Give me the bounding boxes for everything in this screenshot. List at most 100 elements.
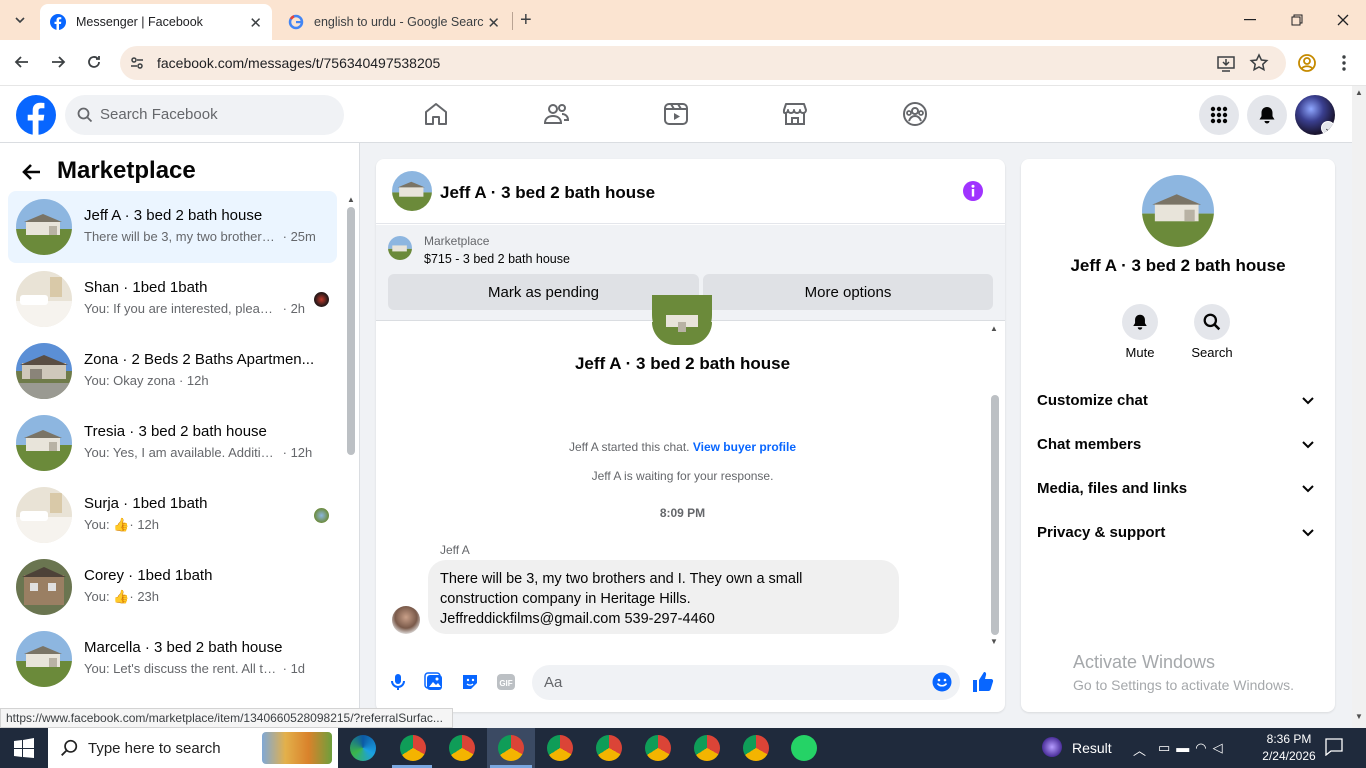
forward-button[interactable] xyxy=(48,52,68,72)
clock-date: 2/24/2026 xyxy=(1262,749,1316,763)
listing-title[interactable]: $715 - 3 bed 2 bath house xyxy=(424,252,570,266)
result-status-label[interactable]: Result xyxy=(1072,740,1112,756)
scroll-up-arrow[interactable]: ▲ xyxy=(990,324,998,333)
close-window-button[interactable] xyxy=(1331,8,1355,32)
conversation-item[interactable]: Tresia · 3 bed 2 bath house You: Yes, I … xyxy=(8,407,337,479)
chrome-taskbar-icon[interactable] xyxy=(743,735,769,761)
install-app-icon[interactable] xyxy=(1216,53,1236,73)
message-sender-name: Jeff A xyxy=(440,543,470,557)
system-tray-icons[interactable]: ▭▬◠◁ xyxy=(1158,740,1229,756)
conversation-header: Jeff A · 3 bed 2 bath house xyxy=(376,159,1005,224)
tab-search-dropdown-button[interactable] xyxy=(8,8,32,32)
menu-button[interactable] xyxy=(1199,95,1239,135)
chrome-taskbar-icon[interactable] xyxy=(498,735,524,761)
emoji-button[interactable] xyxy=(932,672,952,692)
conversation-item[interactable]: Zona · 2 Beds 2 Baths Apartmen... You: O… xyxy=(8,335,337,407)
reload-icon xyxy=(88,56,100,68)
close-tab-icon[interactable]: ✕ xyxy=(487,14,500,32)
scroll-up-arrow[interactable]: ▲ xyxy=(347,195,355,204)
nav-watch[interactable] xyxy=(662,100,690,128)
whatsapp-taskbar-icon[interactable] xyxy=(791,735,817,761)
scroll-down-arrow[interactable]: ▼ xyxy=(990,637,998,646)
groups-icon xyxy=(903,102,927,126)
conversation-info-button[interactable] xyxy=(962,180,984,202)
voice-clip-button[interactable] xyxy=(388,672,408,692)
home-icon xyxy=(425,103,447,125)
conversation-item[interactable]: Marcella · 3 bed 2 bath house You: Let's… xyxy=(8,623,337,695)
message-input[interactable]: Aa xyxy=(532,665,960,700)
chevron-down-icon xyxy=(1302,441,1314,449)
facebook-logo[interactable] xyxy=(16,95,56,135)
privacy-support-section[interactable]: Privacy & support xyxy=(1037,524,1321,541)
message-line: There will be 3, my two brothers and I. … xyxy=(440,571,803,587)
back-to-chats-button[interactable] xyxy=(20,160,44,184)
minimize-button[interactable] xyxy=(1238,8,1262,32)
edge-taskbar-icon[interactable] xyxy=(350,735,376,761)
avatar[interactable] xyxy=(392,171,432,211)
avatar[interactable] xyxy=(392,606,420,634)
close-tab-icon[interactable]: ✕ xyxy=(249,14,262,32)
send-like-button[interactable] xyxy=(971,670,995,694)
page-scrollbar[interactable]: ▲ ▼ xyxy=(1352,86,1366,728)
taskbar-search-input[interactable]: Type here to search xyxy=(48,728,338,768)
customize-chat-section[interactable]: Customize chat xyxy=(1037,392,1321,409)
close-icon xyxy=(1337,14,1349,26)
conversation-item[interactable]: Jeff A · 3 bed 2 bath house There will b… xyxy=(8,191,337,263)
browser-tab-messenger[interactable]: Messenger | Facebook ✕ xyxy=(40,4,272,40)
browser-tab-google[interactable]: english to urdu - Google Search ✕ xyxy=(278,4,510,40)
sticker-button[interactable] xyxy=(460,672,480,692)
taskbar-clock[interactable]: 8:36 PM 2/24/2026 xyxy=(1259,731,1319,765)
profile-icon[interactable] xyxy=(1297,53,1317,73)
arrow-right-icon xyxy=(52,56,66,68)
site-info-icon[interactable] xyxy=(128,54,146,72)
mute-button[interactable] xyxy=(1122,304,1158,340)
browser-menu-icon[interactable] xyxy=(1334,53,1354,73)
nav-groups[interactable] xyxy=(901,100,929,128)
chrome-taskbar-icon[interactable] xyxy=(547,735,573,761)
new-tab-button[interactable]: + xyxy=(520,10,532,30)
attach-photo-button[interactable] xyxy=(424,672,444,692)
chevron-down-icon: ⌄ xyxy=(1321,121,1335,135)
avatar[interactable] xyxy=(1142,175,1214,247)
facebook-search-input[interactable]: Search Facebook xyxy=(65,95,344,135)
back-button[interactable] xyxy=(12,52,32,72)
conversation-title[interactable]: Jeff A · 3 bed 2 bath house xyxy=(440,183,655,203)
more-options-button[interactable]: More options xyxy=(703,274,993,310)
nav-marketplace[interactable] xyxy=(781,100,809,128)
nav-home[interactable] xyxy=(422,100,450,128)
conversation-item[interactable]: Shan · 1bed 1bath You: If you are intere… xyxy=(8,263,337,335)
view-buyer-profile-link[interactable]: View buyer profile xyxy=(693,440,796,454)
listing-thumbnail[interactable] xyxy=(388,236,412,260)
start-button[interactable] xyxy=(14,738,34,758)
search-in-conversation-button[interactable] xyxy=(1194,304,1230,340)
nav-friends[interactable] xyxy=(542,100,570,128)
message-bubble[interactable]: There will be 3, my two brothers and I. … xyxy=(428,560,899,634)
reload-button[interactable] xyxy=(84,52,104,72)
restore-button[interactable] xyxy=(1285,8,1309,32)
bookmark-star-icon[interactable] xyxy=(1249,53,1269,73)
chrome-taskbar-icon[interactable] xyxy=(596,735,622,761)
chevron-down-icon xyxy=(1302,485,1314,493)
chrome-taskbar-icon[interactable] xyxy=(694,735,720,761)
conversation-item[interactable]: Corey · 1bed 1bath You: 👍· 23h xyxy=(8,551,337,623)
account-avatar[interactable]: ⌄ xyxy=(1295,95,1335,135)
conversation-center-name: Jeff A · 3 bed 2 bath house xyxy=(574,354,791,373)
chrome-taskbar-icon[interactable] xyxy=(449,735,475,761)
chat-members-section[interactable]: Chat members xyxy=(1037,436,1321,453)
messages-scrollbar[interactable] xyxy=(991,395,999,635)
scroll-up-arrow[interactable]: ▲ xyxy=(1355,88,1363,97)
chat-list-scrollbar[interactable] xyxy=(347,207,355,455)
notification-center-button[interactable] xyxy=(1325,738,1343,756)
url-text[interactable]: facebook.com/messages/t/756340497538205 xyxy=(157,55,440,71)
result-status-icon[interactable] xyxy=(1042,737,1062,757)
show-hidden-icons-button[interactable]: ︿ xyxy=(1133,740,1146,759)
message-line: construction company in Heritage Hills. xyxy=(440,591,691,607)
conversation-item[interactable]: Surja · 1bed 1bath You: 👍· 12h xyxy=(8,479,337,551)
chrome-taskbar-icon[interactable] xyxy=(400,735,426,761)
info-pane-name: Jeff A · 3 bed 2 bath house xyxy=(1070,256,1286,275)
media-files-links-section[interactable]: Media, files and links xyxy=(1037,480,1321,497)
notifications-button[interactable] xyxy=(1247,95,1287,135)
scroll-down-arrow[interactable]: ▼ xyxy=(1355,712,1363,721)
chrome-taskbar-icon[interactable] xyxy=(645,735,671,761)
gif-button[interactable]: GIF xyxy=(496,672,516,692)
